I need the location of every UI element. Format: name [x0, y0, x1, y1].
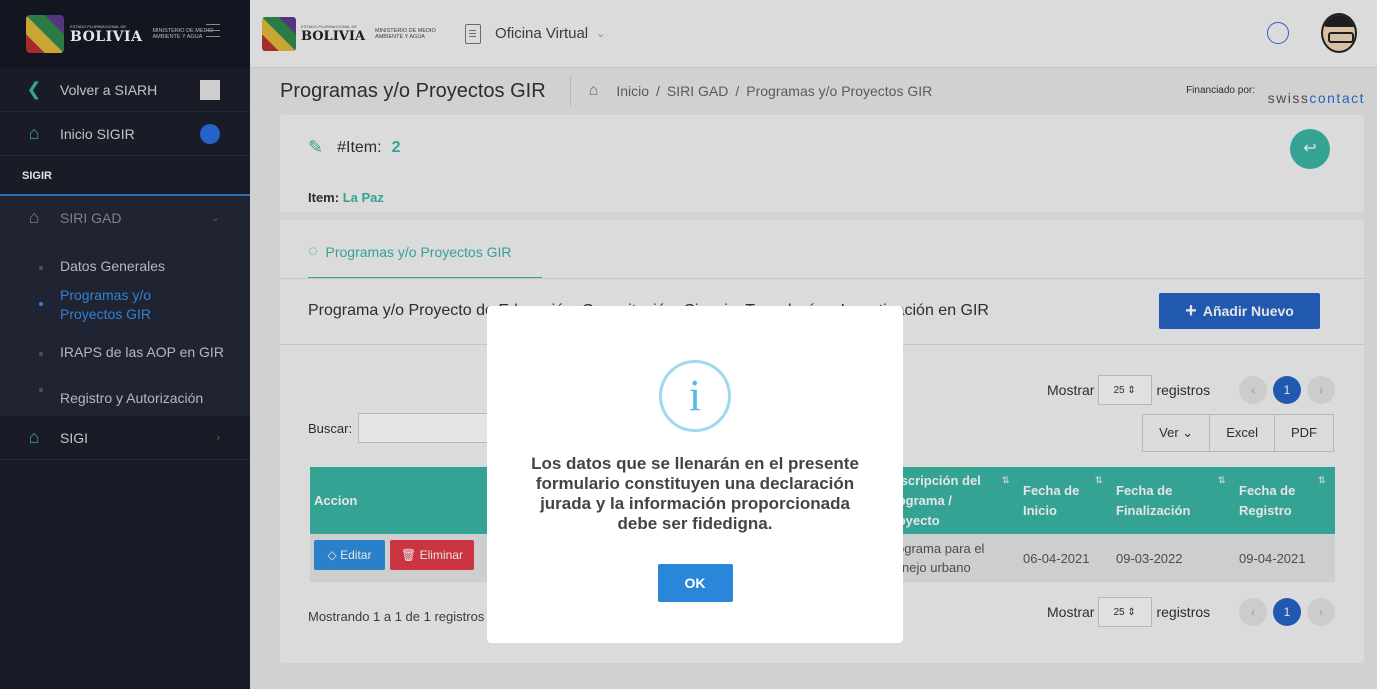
info-icon: i	[659, 360, 731, 432]
ok-button[interactable]: OK	[657, 564, 733, 602]
info-modal: i Los datos que se llenarán en el presen…	[487, 306, 903, 643]
modal-message: Los datos que se llenarán en el presente…	[531, 454, 859, 533]
